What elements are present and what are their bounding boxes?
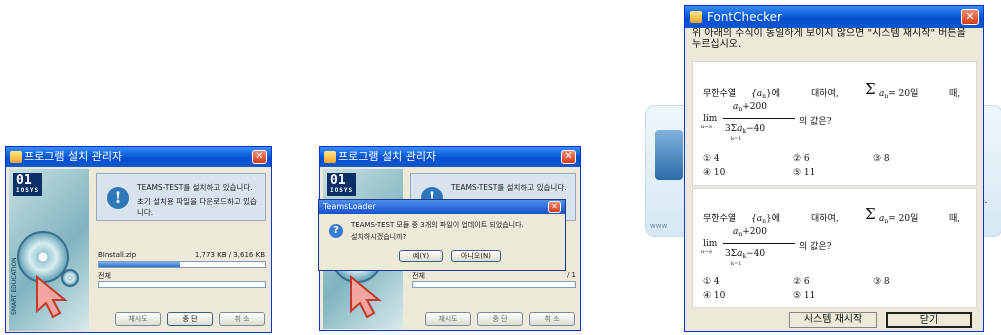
installer-title: 프로그램 설치 관리자 xyxy=(24,150,123,163)
installer-title: 프로그램 설치 관리자 xyxy=(338,150,437,163)
fraction-bar xyxy=(723,118,795,119)
dialog-message-1: TEAMS-TEST 모듈 중 3개의 파일이 업데이트 되었습니다. xyxy=(351,221,524,229)
retry-button[interactable]: 재시도 xyxy=(115,312,161,326)
sequence-notation: {an}에 xyxy=(751,89,780,100)
close-icon[interactable]: ✕ xyxy=(561,150,576,164)
fontchecker-title: FontChecker xyxy=(707,10,782,24)
choice-1: ① 4 xyxy=(703,277,720,287)
condition-word: 대하여, xyxy=(811,214,839,224)
status-panel: ! TEAMS-TEST를 설치하고 있습니다. 초기 설치용 파일을 다운로드… xyxy=(96,173,266,221)
cancel-button[interactable]: 취 소 xyxy=(219,312,265,326)
limit: lim xyxy=(703,239,718,249)
retry-button[interactable]: 재시도 xyxy=(425,312,471,326)
status-line-1: TEAMS-TEST를 설치하고 있습니다. xyxy=(137,183,253,192)
when-word: 때, xyxy=(949,214,961,224)
question-tail: 의 값은? xyxy=(799,242,832,252)
limit-sub: n→∞ xyxy=(701,124,713,130)
brand-logo: 01 IOSYS xyxy=(13,173,43,196)
background-text-left: www xyxy=(650,222,668,230)
total-progress-bar xyxy=(412,281,576,288)
total-count: / 1 xyxy=(566,271,576,279)
dialog-close-icon[interactable]: ✕ xyxy=(548,201,561,213)
dialog-title: TeamsLoader xyxy=(323,202,376,211)
cursor-arrow-icon xyxy=(350,275,382,319)
file-name: BInstall.zip xyxy=(98,251,137,259)
sum-index: k=1 xyxy=(731,261,742,267)
fraction-denominator: 3Σak−40 xyxy=(725,124,766,135)
restart-system-button[interactable]: 시스템 재시작 xyxy=(789,312,877,328)
close-icon[interactable]: ✕ xyxy=(961,9,979,25)
file-progress-bar xyxy=(98,261,266,268)
limit: lim xyxy=(703,114,718,124)
fraction-numerator: an+200 xyxy=(733,102,767,113)
file-progress-text: 1,773 KB / 3,616 KB xyxy=(194,251,265,259)
sum-symbol: Σ xyxy=(865,205,876,223)
monitor-icon xyxy=(655,130,683,180)
installer-window: 프로그램 설치 관리자 ✕ 01 IOSYS SMART EDUCATION ! … xyxy=(5,146,272,333)
math-panel-top: 무한수열 {an}에 대하여, Σ an= 20일 때, lim n→∞ an+… xyxy=(692,61,977,186)
problem-prefix: 무한수열 xyxy=(703,214,737,224)
installer-app-icon xyxy=(324,151,336,163)
yes-button[interactable]: 예(Y) xyxy=(399,250,443,262)
choice-2: ② 6 xyxy=(793,277,810,287)
sum-symbol: Σ xyxy=(865,80,876,98)
installer-titlebar: 프로그램 설치 관리자 ✕ xyxy=(320,147,580,167)
problem-prefix: 무한수열 xyxy=(703,89,737,99)
sum-condition: an= 20일 xyxy=(879,89,919,100)
status-line-1: TEAMS-TEST를 설치하고 있습니다. xyxy=(451,183,567,192)
fontchecker-window: FontChecker ✕ 위 아래의 수식이 동일하게 보이지 않으면 "시스… xyxy=(684,5,984,332)
stop-button[interactable]: 중 단 xyxy=(167,312,213,326)
choice-4: ④ 10 xyxy=(703,168,726,178)
total-progress-bar xyxy=(98,281,266,288)
file-progress-fill xyxy=(99,262,181,267)
fraction-denominator: 3Σak−40 xyxy=(725,249,766,260)
math-panel-bottom: 무한수열 {an}에 대하여, Σ an= 20일 때, lim n→∞ an+… xyxy=(692,188,977,308)
installer-window-2: 프로그램 설치 관리자 ✕ 01 IOSYS ! TEAMS-TEST를 설치하고… xyxy=(318,146,581,331)
instruction-text: 위 아래의 수식이 동일하게 보이지 않으면 "시스템 재시작" 버튼을 누르십… xyxy=(692,28,966,50)
choice-3: ③ 8 xyxy=(873,154,890,164)
installer-titlebar: 프로그램 설치 관리자 ✕ xyxy=(6,147,271,167)
choice-5: ⑤ 11 xyxy=(793,291,816,301)
sum-condition: an= 20일 xyxy=(879,214,919,225)
info-icon: ! xyxy=(107,187,129,209)
when-word: 때, xyxy=(949,89,961,99)
dialog-titlebar: TeamsLoader ✕ xyxy=(319,200,565,214)
choice-4: ④ 10 xyxy=(703,291,726,301)
close-icon[interactable]: ✕ xyxy=(252,150,267,164)
total-label: 전체 xyxy=(98,272,111,280)
fontchecker-app-icon xyxy=(690,11,702,23)
sequence-notation: {an}에 xyxy=(751,214,780,225)
condition-word: 대하여, xyxy=(811,89,839,99)
status-line-2: 초기 설치용 파일을 다운로드하고 있습니다. xyxy=(137,197,257,217)
cursor-arrow-icon xyxy=(36,275,68,319)
total-label: 전체 xyxy=(412,272,425,280)
limit-sub: n→∞ xyxy=(701,249,713,255)
dialog-message-2: 설치하시겠습니까? xyxy=(351,233,407,241)
installer-side-image: 01 IOSYS SMART EDUCATION xyxy=(9,169,89,331)
fraction-numerator: an+200 xyxy=(733,227,767,238)
close-button[interactable]: 닫기 xyxy=(886,312,972,328)
choice-1: ① 4 xyxy=(703,154,720,164)
installer-app-icon xyxy=(10,151,22,163)
brand-logo: 01 IOSYS xyxy=(327,173,357,196)
choice-5: ⑤ 11 xyxy=(793,168,816,178)
fraction-bar xyxy=(723,243,795,244)
question-icon: ? xyxy=(329,224,343,238)
sum-index: k=1 xyxy=(731,136,742,142)
update-dialog: TeamsLoader ✕ ? TEAMS-TEST 모듈 중 3개의 파일이 … xyxy=(318,199,566,271)
choice-3: ③ 8 xyxy=(873,277,890,287)
cancel-button[interactable]: 취 소 xyxy=(529,312,575,326)
question-tail: 의 값은? xyxy=(799,117,832,127)
stop-button[interactable]: 중 단 xyxy=(477,312,523,326)
fontchecker-titlebar: FontChecker ✕ xyxy=(685,6,983,28)
no-button[interactable]: 아니오(N) xyxy=(451,250,501,262)
choice-2: ② 6 xyxy=(793,154,810,164)
